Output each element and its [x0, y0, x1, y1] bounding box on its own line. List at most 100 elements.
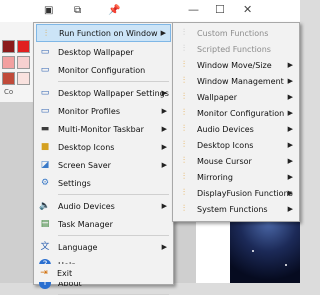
gear-icon: ⚙ — [40, 178, 50, 188]
submenu-arrow-icon: ▶ — [287, 157, 293, 165]
submenu-arrow-icon: ▶ — [287, 173, 293, 181]
menu-separator — [58, 194, 169, 195]
run-function-submenu: ⫶ Custom Functions ⫶ Scripted Functions … — [172, 22, 300, 222]
menu-item-task-manager[interactable]: ▤ Task Manager — [36, 215, 171, 233]
submenu-arrow-icon: ▶ — [160, 29, 166, 37]
menu-item-exit[interactable]: ⇥ Exit — [35, 264, 170, 282]
sliders-icon: ⫶ — [182, 92, 186, 102]
color-swatch[interactable] — [2, 40, 15, 53]
taskbar-icon: ▬ — [40, 124, 50, 134]
menu-item-run-function-on-window[interactable]: ⫶ Run Function on Window ▶ — [36, 24, 171, 42]
submenu-arrow-icon: ▶ — [161, 243, 167, 251]
menu-item-label: Monitor Profiles — [58, 106, 120, 116]
sliders-icon: ⫶ — [182, 124, 186, 134]
color-swatch[interactable] — [2, 72, 15, 85]
sliders-icon: ⫶ — [182, 140, 186, 150]
panel-caption: Co — [4, 88, 14, 96]
monitor-icon: ▭ — [40, 47, 50, 57]
submenu-arrow-icon: ▶ — [161, 161, 167, 169]
menu-item-desktop-wallpaper-settings[interactable]: ▭ Desktop Wallpaper Settings ▶ — [36, 84, 171, 102]
menu-item-label: Run Function on Window — [59, 28, 158, 38]
menu-item-label: Custom Functions — [197, 28, 269, 38]
menu-item-label: Desktop Wallpaper — [58, 47, 134, 57]
copy-icon[interactable]: ⧉ — [74, 5, 81, 16]
menu-item-label: Window Move/Size — [197, 60, 272, 70]
submenu-arrow-icon: ▶ — [287, 77, 293, 85]
menu-item-label: Desktop Wallpaper Settings — [58, 88, 169, 98]
menu-item-label: Desktop Icons — [197, 140, 254, 150]
submenu-arrow-icon: ▶ — [287, 61, 293, 69]
menu-item-audio-devices[interactable]: 🔈 Audio Devices ▶ — [36, 197, 171, 215]
window-title-bar: ▣ ⧉ 📌 — ☐ ✕ — [0, 0, 300, 22]
menu-item-label: Monitor Configuration — [58, 65, 146, 75]
close-button[interactable]: ✕ — [243, 3, 252, 16]
monitor-icon: ▭ — [40, 88, 50, 98]
submenu-arrow-icon: ▶ — [287, 189, 293, 197]
menu-item-label: Scripted Functions — [197, 44, 271, 54]
menu-item-multi-monitor-taskbar[interactable]: ▬ Multi-Monitor Taskbar ▶ — [36, 120, 171, 138]
color-swatch[interactable] — [17, 56, 30, 69]
submenu-arrow-icon: ▶ — [287, 109, 293, 117]
sliders-icon: ⫶ — [182, 156, 186, 166]
menu-item-label: Wallpaper — [197, 92, 238, 102]
menu-separator — [58, 81, 169, 82]
sliders-icon: ⫶ — [182, 108, 186, 118]
submenu-arrow-icon: ▶ — [161, 125, 167, 133]
menu-item-label: Mirroring — [197, 172, 233, 182]
menu-item-label: Desktop Icons — [58, 142, 115, 152]
sliders-icon: ⫶ — [182, 76, 186, 86]
menu-item-label: Screen Saver — [58, 160, 111, 170]
screensaver-icon: ◪ — [40, 160, 50, 170]
sliders-icon: ⫶ — [182, 188, 186, 198]
menu-item-label: Audio Devices — [58, 201, 115, 211]
menu-item-desktop-wallpaper[interactable]: ▭ Desktop Wallpaper — [36, 43, 171, 61]
submenu-arrow-icon: ▶ — [287, 141, 293, 149]
submenu-arrow-icon: ▶ — [287, 205, 293, 213]
submenu-arrow-icon: ▶ — [161, 107, 167, 115]
exit-icon: ⇥ — [40, 268, 48, 278]
color-swatch[interactable] — [17, 40, 30, 53]
color-swatch[interactable] — [2, 56, 15, 69]
menu-item-label: Exit — [57, 268, 73, 278]
monitor-icon: ▭ — [40, 65, 50, 75]
main-context-menu: ⫶ Run Function on Window ▶ ▭ Desktop Wal… — [33, 22, 174, 295]
menu-item-language[interactable]: 文 Language ▶ — [36, 238, 171, 256]
sliders-icon: ⫶ — [182, 60, 186, 70]
folder-icon: ■ — [40, 142, 50, 152]
submenu-arrow-icon: ▶ — [161, 143, 167, 151]
speaker-icon: 🔈 — [39, 201, 51, 211]
menu-item-desktop-icons[interactable]: ■ Desktop Icons ▶ — [36, 138, 171, 156]
sliders-icon: ⫶ — [182, 44, 186, 54]
color-swatch[interactable] — [17, 72, 30, 85]
pin-icon[interactable]: 📌 — [108, 5, 120, 16]
maximize-button[interactable]: ☐ — [215, 3, 225, 16]
task-manager-icon: ▤ — [40, 219, 50, 229]
menu-item-label: Language — [58, 242, 98, 252]
menu-item-label: System Functions — [197, 204, 268, 214]
language-icon: 文 — [40, 242, 50, 252]
background-app-panel: Co — [0, 22, 34, 102]
menu-item-label: Settings — [58, 178, 91, 188]
sliders-icon: ⫶ — [182, 204, 186, 214]
minimize-button[interactable]: — — [188, 3, 199, 16]
menu-item-monitor-configuration[interactable]: ▭ Monitor Configuration — [36, 61, 171, 79]
menu-item-screen-saver[interactable]: ◪ Screen Saver ▶ — [36, 156, 171, 174]
monitor-icon: ▭ — [40, 106, 50, 116]
sliders-icon: ⫶ — [44, 29, 48, 39]
submenu-arrow-icon: ▶ — [287, 93, 293, 101]
submenu-arrow-icon: ▶ — [287, 125, 293, 133]
sliders-icon: ⫶ — [182, 172, 186, 182]
submenu-item-system-functions[interactable]: ⫶ System Functions ▶ — [175, 200, 297, 218]
submenu-arrow-icon: ▶ — [161, 202, 167, 210]
menu-separator — [58, 235, 169, 236]
menu-item-settings[interactable]: ⚙ Settings — [36, 174, 171, 192]
menu-item-label: Mouse Cursor — [197, 156, 252, 166]
app-icon: ▣ — [44, 5, 54, 16]
menu-item-label: Multi-Monitor Taskbar — [58, 124, 144, 134]
menu-item-label: Task Manager — [58, 219, 113, 229]
submenu-arrow-icon: ▶ — [161, 89, 167, 97]
menu-item-monitor-profiles[interactable]: ▭ Monitor Profiles ▶ — [36, 102, 171, 120]
menu-item-label: DisplayFusion Functions — [197, 188, 293, 198]
sliders-icon: ⫶ — [182, 28, 186, 38]
menu-item-label: Window Management — [197, 76, 284, 86]
